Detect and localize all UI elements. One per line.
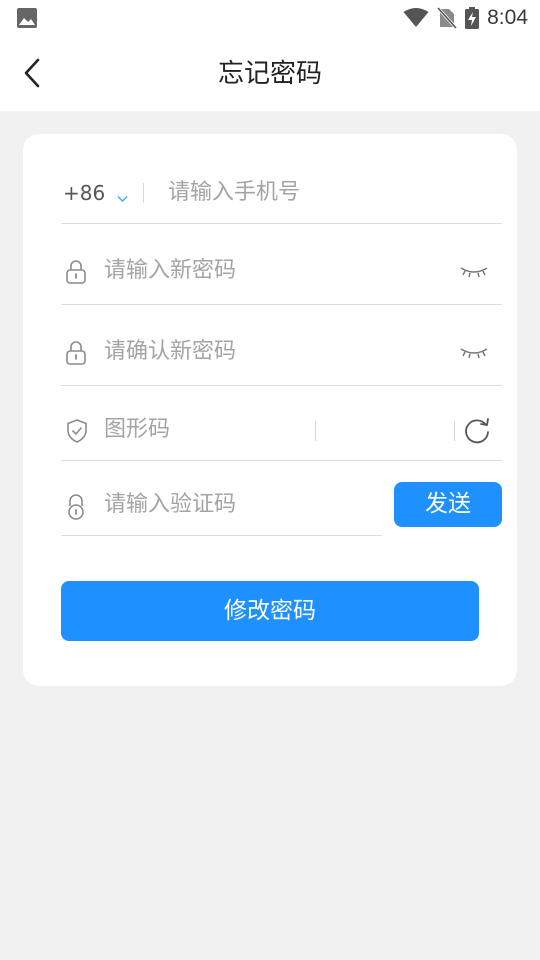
chevron-down-icon[interactable]: [117, 188, 128, 207]
reset-password-card: +86 请输入手机号 请输入新密码 请确认新密码 图形码 请输入验证码 发送 修…: [23, 134, 517, 686]
verification-code-input[interactable]: 请输入验证码: [104, 489, 236, 521]
wifi-icon: [403, 8, 429, 28]
eye-closed-icon[interactable]: [460, 264, 488, 283]
captcha-input[interactable]: 图形码: [104, 414, 170, 446]
new-password-input[interactable]: 请输入新密码: [104, 255, 236, 287]
status-bar: 8:04: [0, 0, 540, 36]
captcha-divider: [315, 421, 316, 441]
no-sim-icon: [437, 7, 458, 29]
refresh-icon[interactable]: [462, 416, 492, 450]
captcha-row: 图形码: [61, 404, 502, 461]
captcha-image-divider: [454, 421, 455, 441]
shield-check-icon: [65, 418, 89, 448]
eye-closed-icon[interactable]: [460, 345, 488, 364]
confirm-password-row: 请确认新密码: [61, 323, 502, 386]
confirm-password-input[interactable]: 请确认新密码: [104, 336, 236, 368]
send-code-button[interactable]: 发送: [394, 482, 502, 527]
phone-row: +86 请输入手机号: [61, 164, 502, 224]
nav-bar: 忘记密码: [0, 36, 540, 111]
new-password-row: 请输入新密码: [61, 242, 502, 305]
image-notification-icon: [17, 8, 37, 32]
page-title: 忘记密码: [217, 59, 322, 89]
verification-code-row: 请输入验证码: [61, 479, 382, 536]
phone-divider: [143, 183, 144, 203]
battery-charging-icon: [465, 7, 480, 29]
country-code-selector[interactable]: +86: [63, 164, 105, 223]
phone-input[interactable]: 请输入手机号: [168, 177, 300, 209]
lock-icon: [65, 493, 87, 525]
lock-icon: [65, 340, 87, 370]
status-time: 8:04: [487, 6, 528, 29]
lock-icon: [65, 259, 87, 289]
change-password-button[interactable]: 修改密码: [61, 581, 479, 641]
